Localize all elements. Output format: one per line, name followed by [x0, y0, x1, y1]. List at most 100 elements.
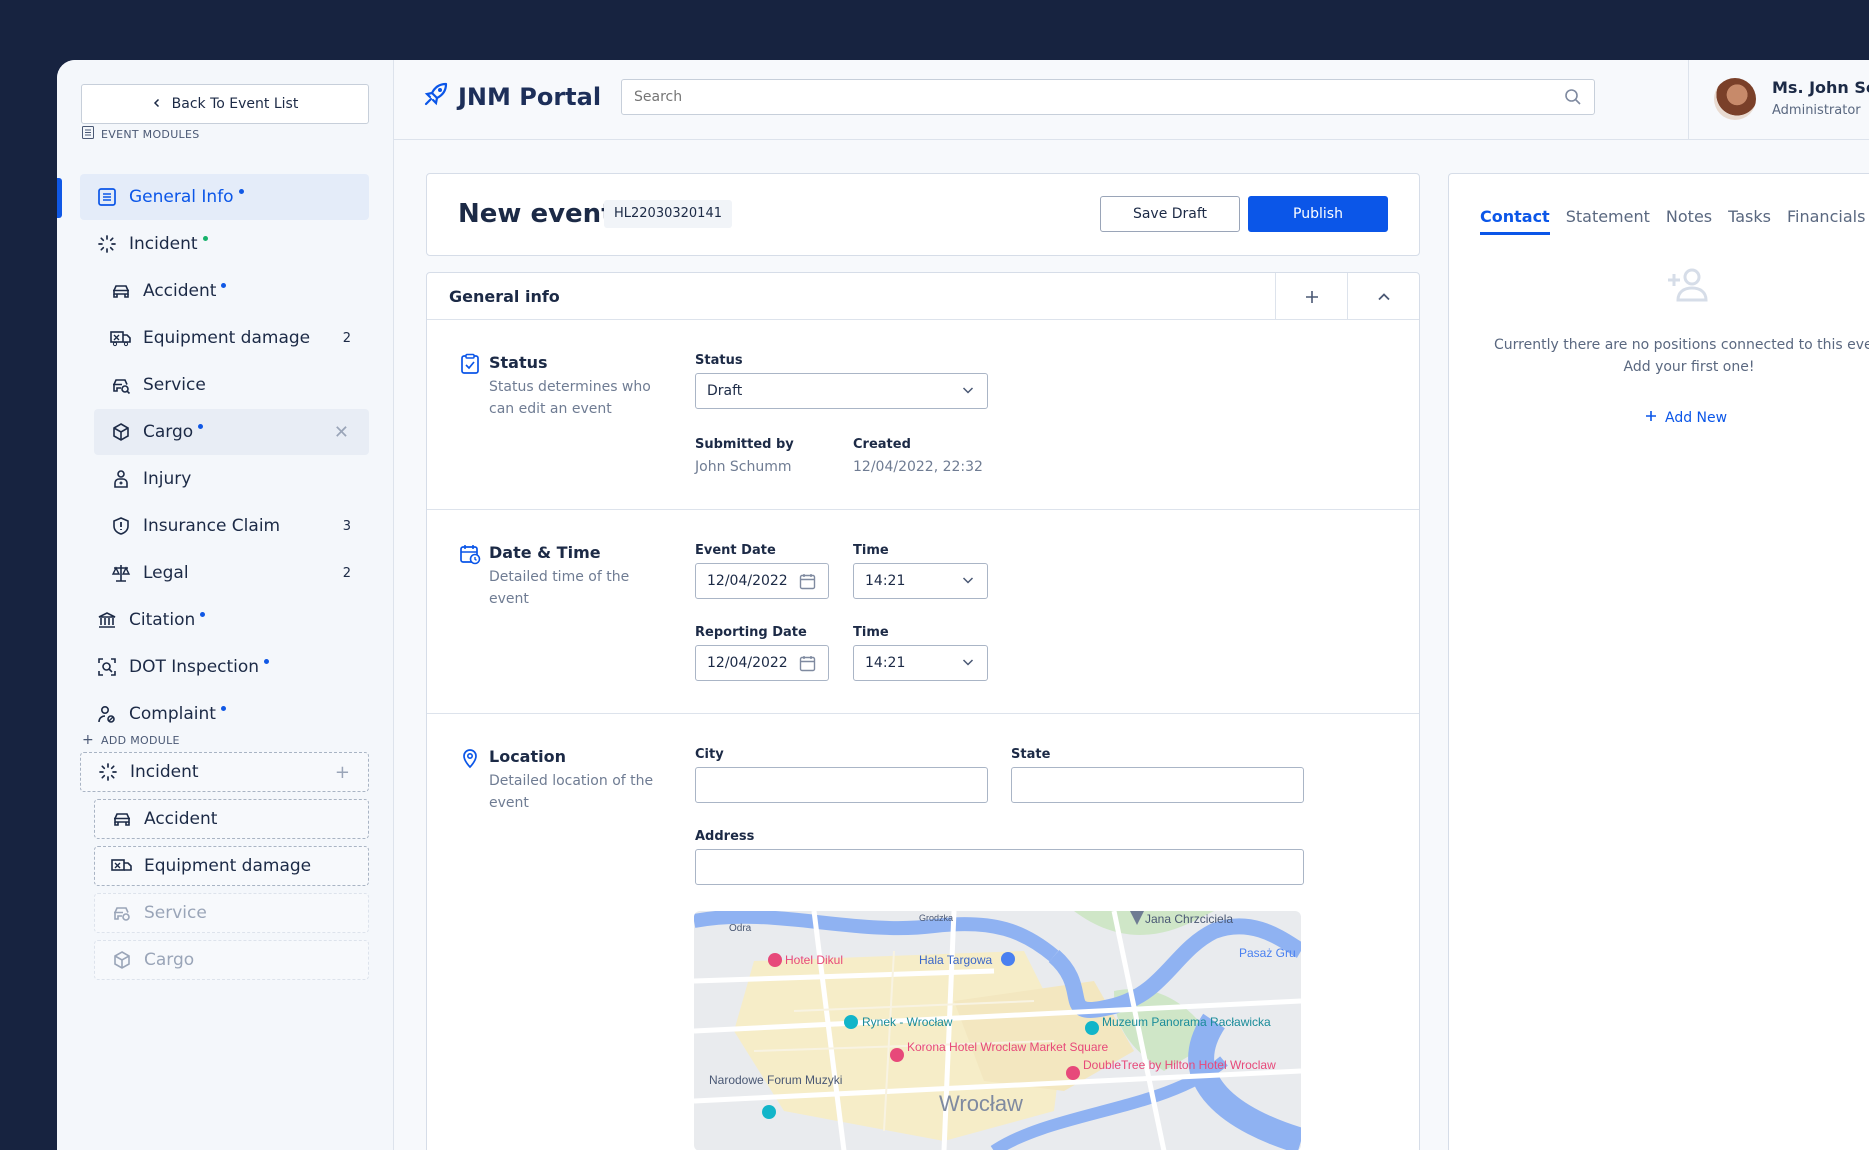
status-group-title: Status: [489, 353, 548, 372]
map-label: Hotel Dikul: [785, 953, 843, 967]
sidebar-item-label: Legal: [143, 563, 189, 583]
state-label: State: [1011, 747, 1051, 762]
app-name: JNM Portal: [458, 83, 602, 111]
truck-damage-icon: [111, 855, 133, 877]
event-date-field[interactable]: 12/04/2022: [695, 563, 829, 599]
status-dot: [221, 282, 227, 288]
sidebar-item-label: Insurance Claim: [143, 516, 281, 536]
reporting-time-select[interactable]: 14:21: [853, 645, 988, 681]
map-label: Hala Targowa: [919, 953, 992, 967]
active-indicator: [57, 178, 62, 218]
map-pin-icon: [1001, 952, 1015, 966]
user-complaint-icon: [96, 703, 118, 725]
status-select[interactable]: Draft: [695, 373, 988, 409]
chevron-down-icon: [961, 655, 975, 673]
clipboard-check-icon: [459, 353, 481, 375]
address-label: Address: [695, 829, 755, 844]
close-icon[interactable]: ✕: [334, 422, 349, 443]
city-input[interactable]: [695, 767, 988, 803]
collapse-button[interactable]: [1347, 273, 1419, 320]
event-modules-heading: EVENT MODULES: [82, 126, 200, 142]
reporting-date-field[interactable]: 12/04/2022: [695, 645, 829, 681]
avatar[interactable]: [1714, 78, 1756, 120]
plus-icon: [1645, 410, 1657, 426]
event-time-select[interactable]: 14:21: [853, 563, 988, 599]
reporting-time-value: 14:21: [865, 655, 906, 671]
sidebar-item-injury[interactable]: Injury: [94, 456, 369, 502]
map-pin-icon: [762, 1105, 776, 1119]
tab-bar: Contact Statement Notes Tasks Financials: [1480, 207, 1865, 235]
car-search-icon: [110, 374, 132, 396]
map-label: Grodzka: [919, 913, 953, 923]
calendar-icon[interactable]: [799, 573, 816, 594]
scales-icon: [110, 562, 132, 584]
map-label: Pasaż Gru: [1239, 946, 1296, 960]
map-pin-icon: [1085, 1021, 1099, 1035]
divider: [427, 713, 1419, 714]
spinner-icon: [96, 233, 118, 255]
car-icon: [111, 808, 133, 830]
map-label: Rynek - Wrocław: [862, 1015, 953, 1029]
search-input[interactable]: [622, 80, 1594, 114]
add-module-incident[interactable]: Incident +: [80, 752, 369, 792]
status-dot: [264, 658, 270, 664]
address-input[interactable]: [695, 849, 1304, 885]
app-logo[interactable]: JNM Portal: [422, 80, 601, 114]
add-module-accident[interactable]: Accident: [94, 799, 369, 839]
map-label: Muzeum Panorama Racławicka: [1102, 1015, 1271, 1029]
save-draft-button[interactable]: Save Draft: [1100, 196, 1240, 232]
sidebar-item-incident[interactable]: Incident: [80, 221, 369, 267]
created-label: Created: [853, 437, 911, 452]
section-title: General info: [449, 287, 560, 306]
location-map[interactable]: Hotel Dikul Hala Targowa Jana Chrzciciel…: [694, 911, 1301, 1150]
sidebar-item-complaint[interactable]: Complaint: [80, 691, 369, 737]
map-label: Wrocław: [939, 1091, 1023, 1116]
back-label: Back To Event List: [171, 96, 299, 112]
location-group-title: Location: [489, 747, 566, 766]
tab-tasks[interactable]: Tasks: [1728, 207, 1771, 235]
add-module-label: Service: [144, 903, 207, 923]
city-label: City: [695, 747, 724, 762]
tab-notes[interactable]: Notes: [1666, 207, 1712, 235]
sidebar-item-dot-inspection[interactable]: DOT Inspection: [80, 644, 369, 690]
car-search-icon: [111, 902, 133, 924]
document-icon: [96, 186, 118, 208]
event-time-label: Time: [853, 543, 889, 558]
tab-contact[interactable]: Contact: [1480, 207, 1550, 235]
tab-financials[interactable]: Financials: [1787, 207, 1865, 235]
sidebar-item-cargo[interactable]: Cargo ✕: [94, 409, 369, 455]
status-dot: [200, 611, 206, 617]
calendar-icon[interactable]: [799, 655, 816, 676]
back-to-event-list-button[interactable]: Back To Event List: [81, 84, 369, 124]
add-module-equipment-damage[interactable]: Equipment damage: [94, 846, 369, 886]
created-value: 12/04/2022, 22:32: [853, 459, 983, 475]
submitted-by-label: Submitted by: [695, 437, 794, 452]
box-icon: [110, 421, 132, 443]
box-icon: [111, 949, 133, 971]
status-dot: [238, 188, 244, 194]
plus-icon: [1305, 290, 1318, 303]
sidebar-item-label: Cargo: [143, 422, 194, 442]
sidebar-item-insurance-claim[interactable]: Insurance Claim 3: [94, 503, 369, 549]
state-input[interactable]: [1011, 767, 1304, 803]
sidebar-item-equipment-damage[interactable]: Equipment damage 2: [94, 315, 369, 361]
add-new-button[interactable]: Add New: [1645, 410, 1727, 426]
sidebar-item-label: Equipment damage: [143, 328, 311, 348]
sidebar-item-general-info[interactable]: General Info: [80, 174, 369, 220]
list-icon: [82, 126, 94, 142]
search-icon[interactable]: [1564, 88, 1582, 110]
sidebar-item-legal[interactable]: Legal 2: [94, 550, 369, 596]
search-box[interactable]: [621, 79, 1595, 115]
add-button[interactable]: [1275, 273, 1347, 320]
tab-statement[interactable]: Statement: [1566, 207, 1650, 235]
add-module-service: Service: [94, 893, 369, 933]
sidebar-item-citation[interactable]: Citation: [80, 597, 369, 643]
right-panel: Contact Statement Notes Tasks Financials…: [1448, 173, 1869, 1150]
sidebar-item-service[interactable]: Service: [94, 362, 369, 408]
sidebar-item-accident[interactable]: Accident: [94, 268, 369, 314]
status-dot: [220, 705, 226, 711]
add-module-label: Accident: [144, 809, 218, 829]
sidebar-item-label: Complaint: [129, 704, 216, 724]
publish-button[interactable]: Publish: [1248, 196, 1388, 232]
sidebar-item-label: DOT Inspection: [129, 657, 260, 677]
